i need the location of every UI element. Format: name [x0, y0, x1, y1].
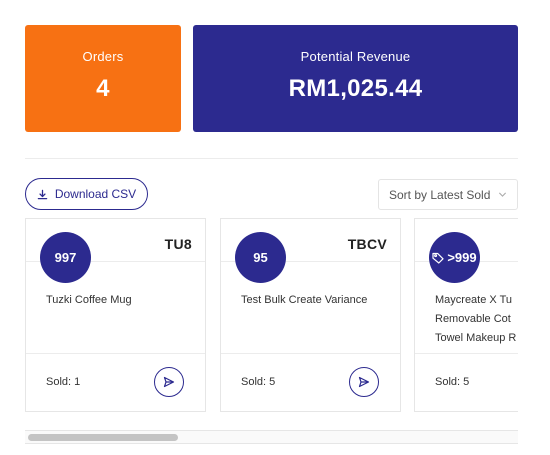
- product-list: 997 TU8 Tuzki Coffee Mug Sold: 1 95 TBCV…: [25, 218, 518, 414]
- sort-select-value: Sort by Latest Sold: [389, 187, 491, 202]
- product-card-header: 997 TU8: [26, 219, 205, 283]
- stock-count: 95: [253, 250, 268, 265]
- sort-select[interactable]: Sort by Latest Sold: [378, 179, 518, 210]
- product-card[interactable]: >999 Maycreate X Tu Removable Cot Towel …: [414, 218, 518, 412]
- stock-badge: 997: [40, 232, 91, 283]
- product-name-line: Maycreate X Tu: [435, 294, 513, 306]
- download-icon: [37, 189, 48, 199]
- product-card[interactable]: 997 TU8 Tuzki Coffee Mug Sold: 1: [25, 218, 206, 412]
- product-card-header: >999: [415, 219, 518, 283]
- product-card[interactable]: 95 TBCV Test Bulk Create Variance Sold: …: [220, 218, 401, 412]
- revenue-value: RM1,025.44: [288, 75, 423, 102]
- product-card-footer: Sold: 5: [221, 353, 400, 411]
- orders-value: 4: [96, 75, 110, 102]
- stock-count: >999: [447, 250, 477, 265]
- product-name-line: Tuzki Coffee Mug: [46, 294, 132, 306]
- divider: [25, 158, 518, 159]
- orders-stat-card: Orders 4: [25, 25, 181, 132]
- product-name: Tuzki Coffee Mug: [46, 291, 216, 310]
- chevron-down-icon: [499, 192, 507, 197]
- tag-icon: [432, 252, 444, 264]
- product-card-header: 95 TBCV: [221, 219, 400, 283]
- product-name: Maycreate X Tu Removable Cot Towel Makeu…: [435, 291, 518, 348]
- stock-badge: >999: [429, 232, 480, 283]
- product-name-line: Test Bulk Create Variance: [241, 294, 368, 306]
- sold-count: Sold: 5: [241, 376, 276, 388]
- orders-label: Orders: [82, 49, 124, 64]
- send-icon: [163, 376, 175, 388]
- product-name: Test Bulk Create Variance: [241, 291, 411, 310]
- product-card-footer: Sold: 5: [415, 353, 518, 411]
- scrollbar-thumb[interactable]: [28, 434, 178, 441]
- product-sku: TU8: [164, 236, 192, 252]
- product-name-line: Towel Makeup R: [435, 332, 517, 344]
- product-name-line: Removable Cot: [435, 313, 511, 325]
- sold-count: Sold: 1: [46, 376, 81, 388]
- download-csv-label: Download CSV: [54, 187, 137, 201]
- send-button[interactable]: [349, 367, 379, 397]
- product-card-footer: Sold: 1: [26, 353, 205, 411]
- horizontal-scrollbar[interactable]: [25, 430, 518, 444]
- product-sku: TBCV: [347, 236, 387, 252]
- revenue-label: Potential Revenue: [300, 49, 411, 64]
- stock-badge: 95: [235, 232, 286, 283]
- stock-count: 997: [54, 250, 77, 265]
- revenue-stat-card: Potential Revenue RM1,025.44: [193, 25, 518, 132]
- send-button[interactable]: [154, 367, 184, 397]
- send-icon: [358, 376, 370, 388]
- download-csv-button[interactable]: Download CSV: [25, 178, 148, 210]
- sold-count: Sold: 5: [435, 376, 470, 388]
